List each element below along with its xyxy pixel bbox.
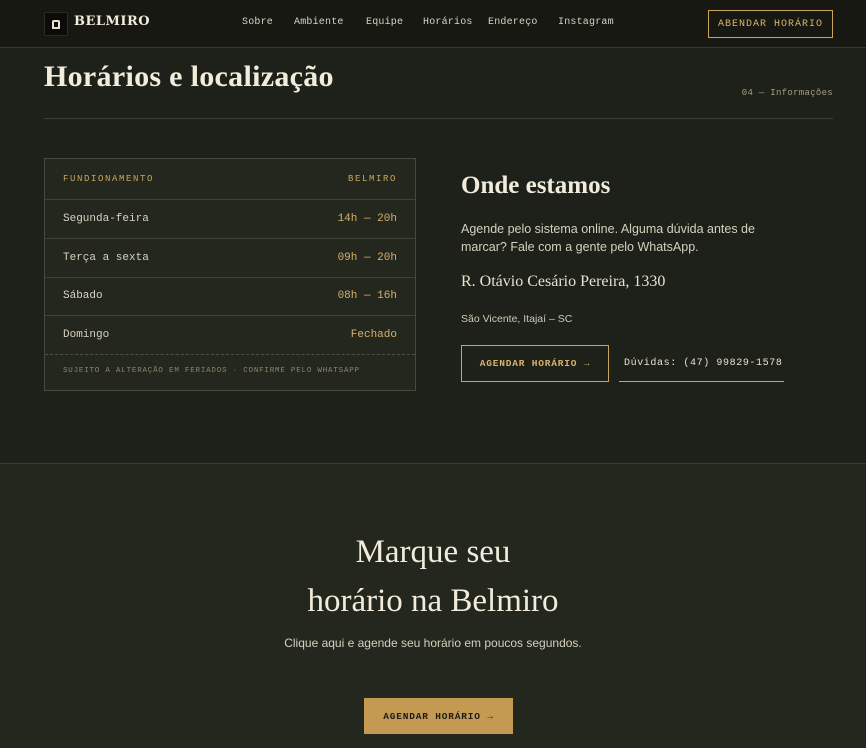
cta-section: Marque seu horário na Belmiro Clique aqu… bbox=[0, 463, 866, 748]
hours-header-row: FUNDIONAMENTO BELMIRO bbox=[45, 159, 415, 199]
hours-time: 14h — 20h bbox=[337, 212, 397, 225]
hours-header-left: FUNDIONAMENTO bbox=[63, 174, 155, 184]
nav-link-horarios[interactable]: Horários bbox=[423, 17, 473, 28]
nav-link-equipe[interactable]: Equipe bbox=[366, 17, 403, 28]
nav-schedule-button[interactable]: ABENDAR HORÁRIO bbox=[708, 10, 833, 38]
cta-title: Marque seu horário na Belmiro bbox=[0, 528, 866, 626]
hours-note: SUJEITO A ALTERAÇÃO EM FERIADOS · CONFIR… bbox=[63, 367, 360, 375]
hours-day: Terça a sexta bbox=[63, 251, 149, 264]
hours-time: Fechado bbox=[350, 328, 397, 341]
nav-link-instagram[interactable]: Instagram bbox=[558, 17, 614, 28]
hours-day: Domingo bbox=[63, 328, 110, 341]
section-divider bbox=[44, 118, 833, 119]
top-navbar: BELMIRO Sobre Ambiente Equipe Horários E… bbox=[0, 0, 866, 48]
hours-day: Sábado bbox=[63, 290, 103, 302]
city-state: São Vicente, Itajaí – SC bbox=[461, 313, 573, 325]
section-title: Horários e localização bbox=[44, 60, 334, 93]
cta-title-line-2: horário na Belmiro bbox=[307, 583, 559, 619]
hours-row: Terça a sexta 09h — 20h bbox=[45, 238, 415, 277]
location-description: Agende pelo sistema online. Alguma dúvid… bbox=[461, 222, 755, 254]
hours-day: Segunda-feira bbox=[63, 212, 149, 225]
whatsapp-phone-link[interactable]: Dúvidas: (47) 99829-1578 bbox=[619, 345, 784, 382]
hours-row: Segunda-feira 14h — 20h bbox=[45, 199, 415, 238]
hours-time: 08h — 16h bbox=[337, 290, 397, 302]
note-divider bbox=[45, 354, 415, 355]
street-address: R. Otávio Cesário Pereira, 1330 bbox=[461, 273, 666, 290]
cta-title-line-1: Marque seu bbox=[355, 534, 511, 570]
location-title: Onde estamos bbox=[461, 172, 611, 199]
hours-row: Sábado 08h — 16h bbox=[45, 277, 415, 315]
hours-header-right: BELMIRO bbox=[347, 174, 397, 184]
opening-hours-table: FUNDIONAMENTO BELMIRO Segunda-feira 14h … bbox=[44, 158, 416, 391]
nav-link-endereco[interactable]: Endereço bbox=[488, 17, 538, 28]
nav-link-sobre[interactable]: Sobre bbox=[242, 17, 273, 28]
cta-subtitle: Clique aqui e agende seu horário em pouc… bbox=[284, 636, 582, 650]
cta-schedule-button[interactable]: AGENDAR HORÁRIO → bbox=[364, 698, 513, 734]
nav-link-ambiente[interactable]: Ambiente bbox=[294, 17, 344, 28]
schedule-button[interactable]: AGENDAR HORÁRIO → bbox=[461, 345, 609, 382]
hours-time: 09h — 20h bbox=[337, 251, 397, 264]
hours-row: Domingo Fechado bbox=[45, 315, 415, 354]
section-tag: 04 — Informações bbox=[741, 88, 833, 98]
